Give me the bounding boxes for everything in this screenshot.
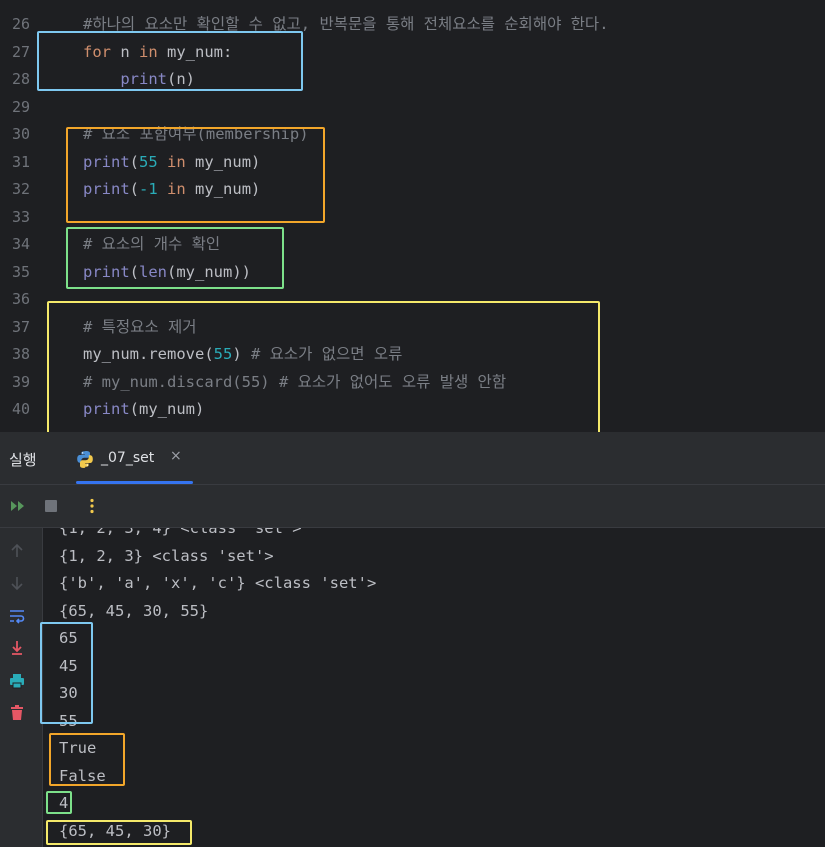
tab-label: _07_set — [101, 450, 155, 466]
code-line[interactable]: 29 — [0, 94, 825, 121]
console-output[interactable]: {1, 2, 3, 4} <class 'set'> {1, 2, 3} <cla… — [0, 528, 825, 847]
rerun-icon[interactable] — [8, 496, 28, 516]
line-number: 29 — [11, 97, 30, 116]
line-number: 34 — [11, 235, 30, 253]
highlight-box-loop-output — [40, 622, 93, 724]
run-panel-title: 실행 — [9, 451, 37, 469]
run-toolbar — [0, 485, 825, 528]
line-number: 38 — [11, 345, 30, 363]
highlight-box-len — [66, 227, 284, 289]
more-options-icon[interactable] — [82, 496, 102, 516]
line-number: 27 — [11, 42, 30, 61]
python-icon — [77, 451, 93, 468]
line-number: 33 — [11, 207, 30, 226]
line-number: 40 — [11, 400, 30, 418]
active-tab-indicator — [76, 481, 193, 484]
code-editor[interactable]: 26 #하나의 요소만 확인할 수 없고, 반복문을 통해 전체요소를 순회해야 … — [0, 0, 825, 432]
line-number: 26 — [11, 15, 30, 33]
console-line: {1, 2, 3, 4} <class 'set'> — [59, 528, 302, 537]
scroll-down-icon[interactable] — [8, 574, 26, 592]
highlight-box-remove — [47, 301, 600, 432]
console-line: {1, 2, 3} <class 'set'> — [59, 546, 274, 565]
highlight-box-len-output — [46, 791, 72, 814]
line-number: 32 — [11, 180, 30, 198]
clear-all-icon[interactable] — [8, 704, 26, 722]
console-line: {'b', 'a', 'x', 'c'} <class 'set'> — [59, 574, 377, 592]
line-number: 37 — [11, 317, 30, 336]
highlight-box-membership — [66, 127, 325, 223]
print-icon[interactable] — [8, 672, 26, 690]
highlight-box-for-loop — [37, 31, 303, 91]
line-number: 30 — [11, 125, 30, 143]
run-panel-header: 실행 _07_set × — [0, 432, 825, 485]
stop-icon[interactable] — [41, 496, 61, 516]
scroll-up-icon[interactable] — [8, 542, 26, 560]
line-number: 35 — [11, 262, 30, 281]
soft-wrap-icon[interactable] — [8, 607, 26, 625]
console-gutter — [0, 528, 43, 847]
highlight-box-membership-output — [49, 733, 125, 786]
tab-07-set[interactable]: _07_set × — [76, 432, 193, 484]
scroll-to-end-icon[interactable] — [8, 639, 26, 657]
close-icon[interactable]: × — [170, 448, 182, 464]
line-number: 36 — [11, 290, 30, 308]
line-number: 31 — [11, 152, 30, 171]
console-line: {65, 45, 30, 55} — [59, 601, 209, 620]
line-number: 39 — [11, 372, 30, 391]
highlight-box-remove-output — [46, 820, 192, 845]
line-number: 28 — [11, 70, 30, 88]
